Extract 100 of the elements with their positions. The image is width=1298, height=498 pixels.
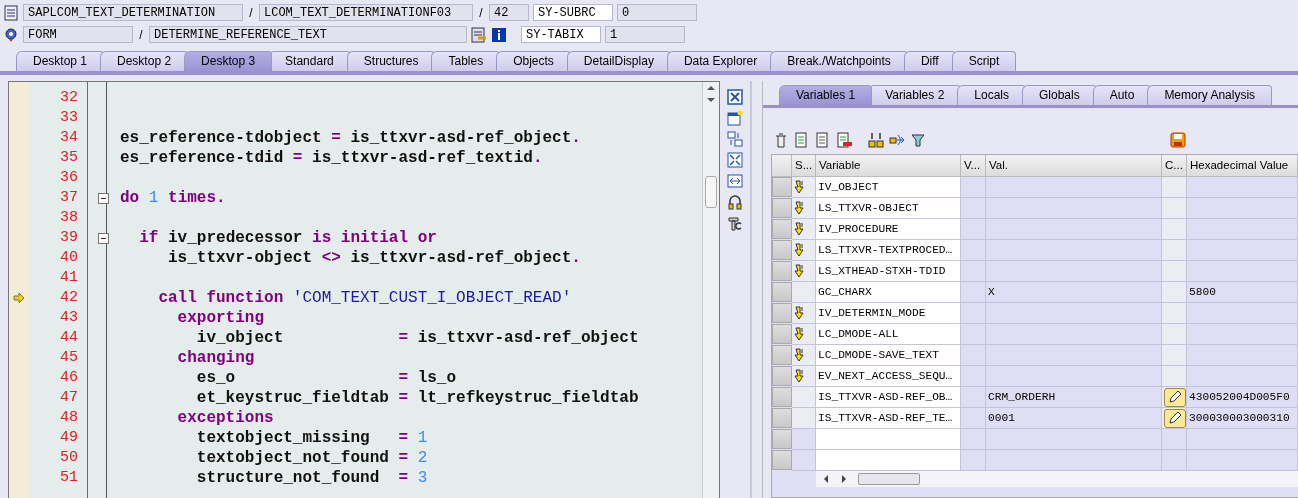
column-header[interactable]: Hexadecimal Value bbox=[1187, 155, 1298, 177]
variables-tab[interactable]: Globals bbox=[1022, 85, 1097, 105]
line-number: 41 bbox=[59, 268, 79, 288]
desktop-tab[interactable]: Objects bbox=[496, 51, 571, 71]
desktop-tab[interactable]: Script bbox=[951, 51, 1017, 71]
code-line: es_o = ls_o bbox=[195, 368, 458, 388]
desktop-tab[interactable]: Desktop 3 bbox=[184, 51, 273, 71]
line-number: 48 bbox=[59, 408, 79, 428]
program-field: SAPLCOM_TEXT_DETERMINATION bbox=[23, 4, 243, 21]
row-selector[interactable] bbox=[772, 261, 792, 281]
code-line: is_ttxvr-object <> is_ttxvr-asd-ref_object. bbox=[167, 248, 582, 268]
horizontal-scrollbar[interactable] bbox=[816, 471, 1298, 487]
desktop-tab[interactable]: DetailDisplay bbox=[566, 51, 671, 71]
row-selector[interactable] bbox=[772, 345, 792, 365]
line-number: 49 bbox=[59, 428, 79, 448]
code-line: et_keystruc_fieldtab = lt_refkeystruc_fieldtab bbox=[195, 388, 640, 408]
lightning-arrow-icon bbox=[794, 201, 806, 215]
pencil-icon bbox=[1168, 390, 1182, 404]
desktop-tab[interactable]: Break./Watchpoints bbox=[770, 51, 908, 71]
code-line: if iv_predecessor is initial or bbox=[138, 228, 438, 248]
code-line: call function 'COM_TEXT_CUST_I_OBJECT_READ' bbox=[157, 288, 573, 308]
field-value: 0 bbox=[617, 4, 697, 21]
row-selector[interactable] bbox=[772, 450, 792, 470]
swap-windows-icon[interactable] bbox=[727, 131, 743, 147]
line-number: 44 bbox=[59, 328, 79, 348]
arrow-export-icon[interactable] bbox=[889, 132, 905, 148]
table-cell: LS_TTXVR-TEXTPROCED… bbox=[816, 240, 961, 261]
merge-icon[interactable] bbox=[868, 132, 884, 148]
code-line: textobject_missing = 1 bbox=[195, 428, 429, 448]
save-icon[interactable] bbox=[1170, 132, 1186, 148]
row-selector[interactable] bbox=[772, 429, 792, 449]
separator: / bbox=[478, 5, 484, 20]
code-line: changing bbox=[176, 348, 256, 368]
table-cell: GC_CHARX bbox=[816, 282, 961, 303]
code-line: exceptions bbox=[176, 408, 275, 428]
row-selector[interactable] bbox=[772, 303, 792, 323]
column-header[interactable]: V... bbox=[961, 155, 986, 177]
line-number: 33 bbox=[59, 108, 79, 128]
table-cell bbox=[961, 408, 986, 429]
table-cell bbox=[961, 345, 986, 366]
scroll-thumb[interactable] bbox=[705, 176, 717, 208]
line-number: 43 bbox=[59, 308, 79, 328]
row-selector[interactable] bbox=[772, 324, 792, 344]
row-selector[interactable] bbox=[772, 177, 792, 197]
resize-width-icon[interactable] bbox=[727, 173, 743, 189]
variables-tab[interactable]: Variables 1 bbox=[779, 85, 873, 105]
event-field: DETERMINE_REFERENCE_TEXT bbox=[149, 26, 467, 43]
row-selector[interactable] bbox=[772, 408, 792, 428]
table-cell: 300030003000310 bbox=[1187, 408, 1298, 429]
row-selector[interactable] bbox=[772, 366, 792, 386]
table-cell: IS_TTXVR-ASD-REF_OB… bbox=[816, 387, 961, 408]
tools-icon[interactable] bbox=[727, 215, 743, 231]
table-cell: 0001 bbox=[986, 408, 1162, 429]
filter-icon[interactable] bbox=[910, 132, 926, 148]
row-selector[interactable] bbox=[772, 240, 792, 260]
right-arrow-icon bbox=[840, 474, 848, 484]
left-arrow-icon bbox=[822, 474, 830, 484]
collapse-icon[interactable] bbox=[97, 232, 109, 244]
collapse-icon[interactable] bbox=[97, 192, 109, 204]
variables-tab[interactable]: Memory Analysis bbox=[1147, 85, 1273, 105]
table-cell bbox=[961, 324, 986, 345]
document-remove-icon[interactable] bbox=[836, 132, 852, 148]
row-selector[interactable] bbox=[772, 387, 792, 407]
row-selector[interactable] bbox=[772, 198, 792, 218]
lightning-arrow-icon bbox=[794, 222, 806, 236]
line-number: 51 bbox=[59, 468, 79, 488]
maximize-icon[interactable] bbox=[727, 152, 743, 168]
variables-tab[interactable]: Locals bbox=[957, 85, 1026, 105]
column-header[interactable]: Val. bbox=[986, 155, 1162, 177]
row-selector[interactable] bbox=[772, 219, 792, 239]
new-window-icon[interactable] bbox=[727, 110, 743, 126]
field-name-input[interactable]: SY-TABIX bbox=[521, 26, 601, 43]
column-header[interactable]: S... bbox=[792, 155, 816, 177]
table-cell: LS_XTHEAD-STXH-TDID bbox=[816, 261, 961, 282]
table-cell: LC_DMODE-ALL bbox=[816, 324, 961, 345]
row-selector[interactable] bbox=[772, 282, 792, 302]
line-number: 37 bbox=[59, 188, 79, 208]
lightning-arrow-icon bbox=[794, 369, 806, 383]
field-value: 1 bbox=[605, 26, 685, 43]
table-cell bbox=[961, 177, 986, 198]
column-header[interactable]: Variable bbox=[816, 155, 961, 177]
table-cell bbox=[961, 219, 986, 240]
field-name-input[interactable]: SY-SUBRC bbox=[533, 4, 613, 21]
column-header[interactable]: C... bbox=[1162, 155, 1187, 177]
headphones-icon[interactable] bbox=[727, 194, 743, 210]
info-icon[interactable] bbox=[491, 26, 507, 43]
scrollbar[interactable] bbox=[702, 82, 719, 498]
code-line: exporting bbox=[176, 308, 266, 328]
document-icon bbox=[3, 4, 19, 21]
trash-icon[interactable] bbox=[773, 132, 789, 148]
table-cell: X bbox=[986, 282, 1162, 303]
line-number: 32 bbox=[59, 88, 79, 108]
row-selector-header bbox=[772, 155, 792, 177]
include-field: LCOM_TEXT_DETERMINATIONF03 bbox=[259, 4, 473, 21]
line-number: 34 bbox=[59, 128, 79, 148]
code-line: textobject_not_found = 2 bbox=[195, 448, 429, 468]
table-cell bbox=[961, 366, 986, 387]
scroll-thumb[interactable] bbox=[858, 473, 920, 485]
close-icon[interactable] bbox=[727, 89, 743, 105]
desktop-tab[interactable]: Diff bbox=[903, 51, 956, 71]
